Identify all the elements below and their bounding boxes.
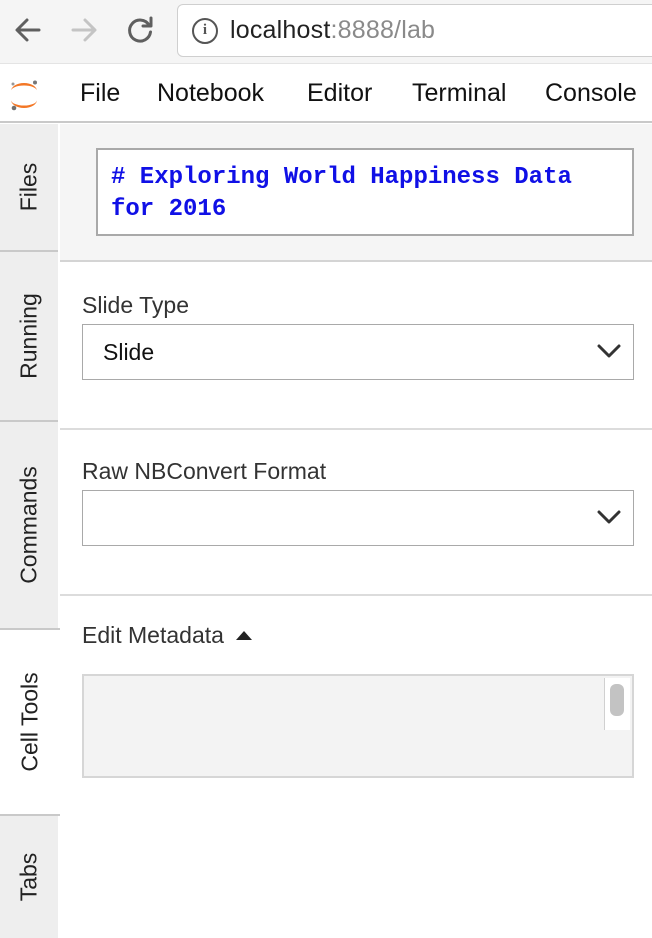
slide-type-label: Slide Type xyxy=(82,292,189,318)
reload-button[interactable] xyxy=(122,12,158,48)
forward-button[interactable] xyxy=(66,12,102,48)
tab-files-label: Files xyxy=(15,162,42,212)
info-icon[interactable]: i xyxy=(192,17,218,44)
active-cell-preview-area: # Exploring World Happiness Data for 201… xyxy=(60,124,652,262)
menu-console[interactable]: Console xyxy=(545,79,637,108)
metadata-editor[interactable] xyxy=(82,674,634,778)
address-bar[interactable]: i localhost:8888/lab xyxy=(177,4,652,57)
tab-cell-tools-label: Cell Tools xyxy=(16,672,43,772)
chevron-down-icon xyxy=(597,510,621,524)
url-host: localhost xyxy=(230,16,331,44)
slide-type-select[interactable]: Slide xyxy=(82,324,634,380)
menu-terminal[interactable]: Terminal xyxy=(412,79,506,108)
slide-type-section: Slide Type Slide xyxy=(60,264,652,430)
raw-format-section: Raw NBConvert Format xyxy=(60,430,652,596)
edit-metadata-toggle[interactable]: Edit Metadata xyxy=(82,622,252,649)
browser-toolbar: i localhost:8888/lab xyxy=(0,0,652,64)
jupyter-logo-icon xyxy=(11,80,37,111)
tab-tabs[interactable]: Tabs xyxy=(0,816,58,938)
metadata-scrollbar[interactable] xyxy=(604,678,630,730)
caret-up-icon xyxy=(235,631,252,640)
tab-commands[interactable]: Commands xyxy=(0,422,58,630)
metadata-scrollbar-thumb[interactable] xyxy=(610,684,624,716)
url-text[interactable]: localhost:8888/lab xyxy=(230,16,435,45)
raw-format-select[interactable] xyxy=(82,490,634,546)
tab-running-label: Running xyxy=(15,293,42,379)
reload-icon xyxy=(128,16,153,43)
raw-format-label: Raw NBConvert Format xyxy=(82,458,327,484)
slide-type-value: Slide xyxy=(103,338,155,365)
arrow-left-icon xyxy=(15,18,41,42)
menu-editor[interactable]: Editor xyxy=(307,79,372,108)
edit-metadata-label: Edit Metadata xyxy=(82,622,224,648)
cell-tools-panel: # Exploring World Happiness Data for 201… xyxy=(60,124,652,938)
back-button[interactable] xyxy=(10,12,46,48)
menu-file[interactable]: File xyxy=(80,79,120,108)
menu-bar: File Notebook Editor Terminal Console xyxy=(0,65,652,123)
menu-notebook[interactable]: Notebook xyxy=(157,79,264,108)
tab-commands-label: Commands xyxy=(15,466,42,584)
url-port-path: :8888/lab xyxy=(330,16,436,44)
arrow-right-icon xyxy=(71,18,97,42)
tab-cell-tools[interactable]: Cell Tools xyxy=(0,628,60,816)
left-sidebar-tabs: Files Running Commands Cell Tools Tabs xyxy=(0,124,60,938)
active-cell-preview: # Exploring World Happiness Data for 201… xyxy=(96,148,634,236)
chevron-down-icon xyxy=(597,344,621,358)
tab-tabs-label: Tabs xyxy=(15,852,42,902)
tab-running[interactable]: Running xyxy=(0,252,58,422)
tab-files[interactable]: Files xyxy=(0,124,58,252)
